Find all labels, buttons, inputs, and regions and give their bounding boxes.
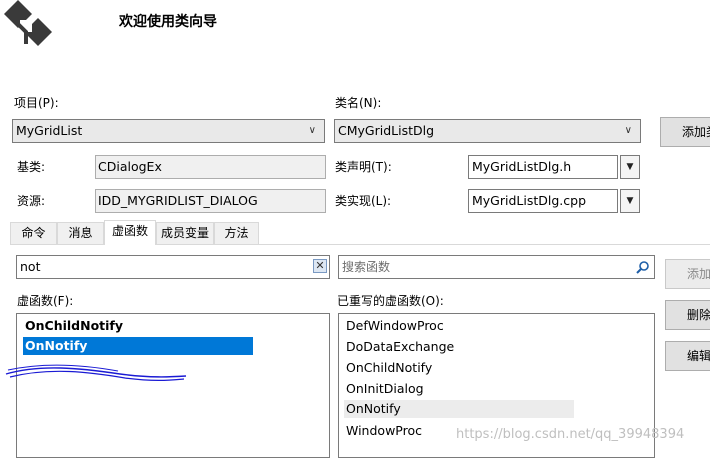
list-item[interactable]: OnInitDialog — [346, 380, 424, 398]
classname-value: CMyGridListDlg — [338, 123, 435, 138]
project-value: MyGridList — [16, 123, 83, 138]
add-class-button[interactable]: 添加类 — [660, 117, 710, 147]
list-item[interactable]: OnChildNotify — [346, 359, 432, 377]
list-item[interactable]: OnChildNotify — [25, 317, 123, 335]
class-wizard-logo-icon — [4, 0, 52, 46]
class-impl-value: MyGridListDlg.cpp — [472, 193, 587, 208]
chevron-down-icon: ∨ — [624, 125, 632, 136]
project-label: 项目(P): — [14, 96, 59, 110]
list-item[interactable]: WindowProc — [346, 422, 422, 440]
base-class-field: CDialogEx — [95, 155, 326, 179]
base-class-label: 基类: — [17, 160, 46, 174]
project-combo[interactable]: MyGridList ∨ — [12, 119, 325, 143]
list-item-selected[interactable]: OnNotify — [23, 337, 253, 355]
class-decl-field[interactable]: MyGridListDlg.h — [468, 155, 618, 179]
search-placeholder: 搜索函数 — [342, 260, 391, 274]
search-functions-input[interactable]: 搜索函数 — [338, 255, 655, 279]
classname-label: 类名(N): — [335, 96, 382, 110]
class-impl-field[interactable]: MyGridListDlg.cpp — [468, 189, 618, 213]
filter-input[interactable]: not ✕ — [16, 255, 330, 279]
class-decl-dropdown-button[interactable]: ▼ — [620, 155, 640, 179]
list-item[interactable]: DefWindowProc — [346, 317, 444, 335]
triangle-down-icon: ▼ — [626, 162, 634, 172]
tab-member-variables[interactable]: 成员变量 — [156, 222, 214, 244]
resource-value: IDD_MYGRIDLIST_DIALOG — [98, 193, 258, 208]
scribble-annotation — [5, 364, 187, 381]
chevron-down-icon: ∨ — [308, 125, 316, 136]
list-item-highlighted[interactable]: OnNotify — [344, 400, 574, 418]
class-decl-label: 类声明(T): — [335, 160, 392, 174]
list-item[interactable]: DoDataExchange — [346, 338, 454, 356]
delete-function-button[interactable]: 删除函数 — [665, 300, 710, 330]
tab-messages[interactable]: 消息 — [57, 222, 104, 244]
classname-combo[interactable]: CMyGridListDlg ∨ — [334, 119, 641, 143]
class-impl-dropdown-button[interactable]: ▼ — [620, 189, 640, 213]
resource-field: IDD_MYGRIDLIST_DIALOG — [95, 189, 326, 213]
add-function-button[interactable]: 添加函数 — [665, 259, 710, 289]
triangle-down-icon: ▼ — [626, 196, 634, 206]
base-class-value: CDialogEx — [98, 159, 162, 174]
overridden-functions-label: 已重写的虚函数(O): — [337, 294, 444, 308]
edit-code-button[interactable]: 编辑代码 — [665, 341, 710, 371]
class-decl-value: MyGridListDlg.h — [472, 159, 572, 174]
close-icon[interactable]: ✕ — [313, 259, 327, 273]
wizard-title: 欢迎使用类向导 — [119, 14, 217, 30]
tab-methods[interactable]: 方法 — [214, 222, 259, 244]
tab-commands[interactable]: 命令 — [10, 222, 57, 244]
class-impl-label: 类实现(L): — [335, 194, 392, 208]
filter-value: not — [20, 259, 41, 274]
tab-virtual-functions[interactable]: 虚函数 — [104, 220, 156, 245]
resource-label: 资源: — [17, 194, 46, 208]
virtual-functions-label: 虚函数(F): — [17, 294, 74, 308]
search-icon[interactable] — [636, 260, 650, 274]
watermark-text: https://blog.csdn.net/qq_39948394 — [456, 427, 685, 442]
